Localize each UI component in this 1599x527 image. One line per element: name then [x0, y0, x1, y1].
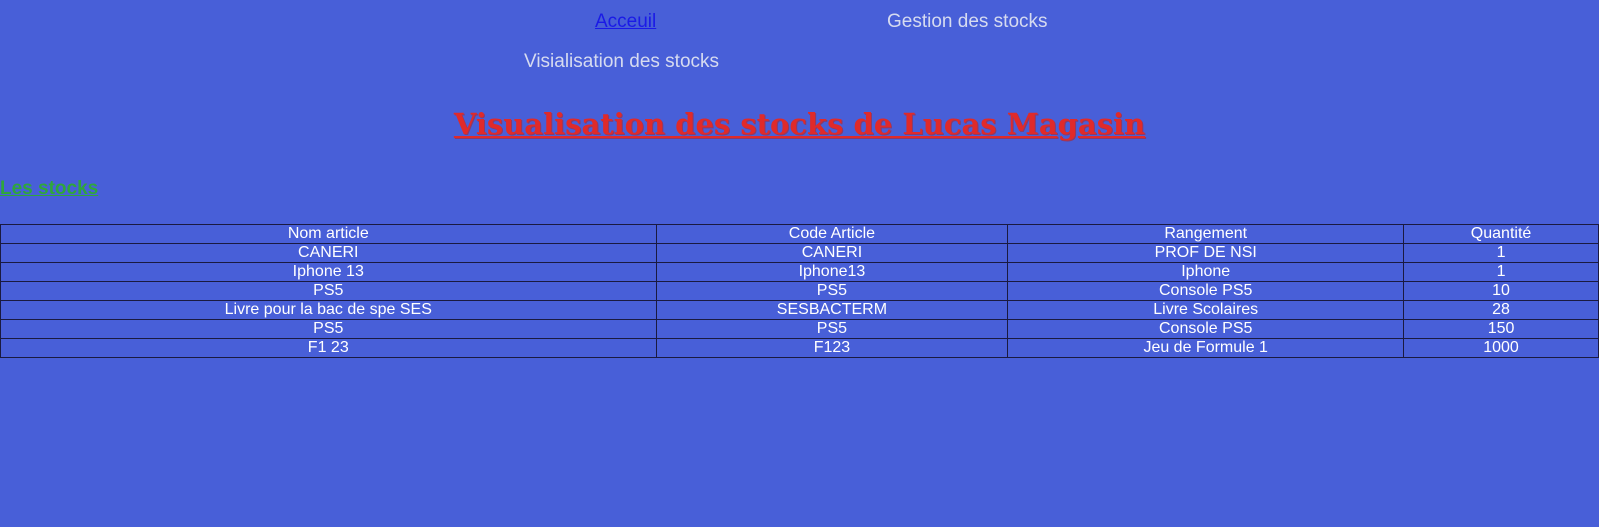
cell-rangement: PROF DE NSI	[1007, 243, 1405, 263]
table-header-row: Nom article Code Article Rangement Quant…	[0, 224, 1599, 244]
cell-nom-article: F1 23	[0, 338, 657, 358]
cell-code-article: Iphone13	[655, 262, 1009, 282]
cell-rangement: Console PS5	[1007, 319, 1405, 339]
section-title: Les stocks	[0, 178, 99, 199]
page-title: Visualisation des stocks de Lucas Magasi…	[453, 107, 1146, 141]
cell-nom-article: Iphone 13	[0, 262, 657, 282]
cell-nom-article: CANERI	[0, 243, 657, 263]
cell-code-article: CANERI	[655, 243, 1009, 263]
table-row: CANERI CANERI PROF DE NSI 1	[0, 243, 1599, 263]
cell-rangement: Livre Scolaires	[1007, 300, 1405, 320]
table-row: F1 23 F123 Jeu de Formule 1 1000	[0, 338, 1599, 358]
cell-nom-article: PS5	[0, 319, 657, 339]
table-row: Livre pour la bac de spe SES SESBACTERM …	[0, 300, 1599, 320]
cell-nom-article: Livre pour la bac de spe SES	[0, 300, 657, 320]
cell-rangement: Iphone	[1007, 262, 1405, 282]
cell-rangement: Console PS5	[1007, 281, 1405, 301]
cell-nom-article: PS5	[0, 281, 657, 301]
cell-code-article: F123	[655, 338, 1009, 358]
cell-quantite: 150	[1403, 319, 1599, 339]
column-header-quantite: Quantité	[1403, 224, 1599, 244]
nav-link-visualisation-stocks[interactable]: Visialisation des stocks	[524, 51, 719, 73]
cell-code-article: SESBACTERM	[655, 300, 1009, 320]
table-row: PS5 PS5 Console PS5 150	[0, 319, 1599, 339]
table-row: PS5 PS5 Console PS5 10	[0, 281, 1599, 301]
table-row: Iphone 13 Iphone13 Iphone 1	[0, 262, 1599, 282]
cell-code-article: PS5	[655, 281, 1009, 301]
nav-link-accueil[interactable]: Acceuil	[595, 11, 656, 33]
column-header-rangement: Rangement	[1007, 224, 1405, 244]
cell-quantite: 1	[1403, 262, 1599, 282]
cell-quantite: 1000	[1403, 338, 1599, 358]
nav-link-gestion-stocks[interactable]: Gestion des stocks	[887, 11, 1048, 33]
column-header-code-article: Code Article	[655, 224, 1009, 244]
stocks-table: Nom article Code Article Rangement Quant…	[0, 224, 1599, 358]
cell-quantite: 28	[1403, 300, 1599, 320]
cell-quantite: 10	[1403, 281, 1599, 301]
cell-code-article: PS5	[655, 319, 1009, 339]
cell-quantite: 1	[1403, 243, 1599, 263]
cell-rangement: Jeu de Formule 1	[1007, 338, 1405, 358]
column-header-nom-article: Nom article	[0, 224, 657, 244]
